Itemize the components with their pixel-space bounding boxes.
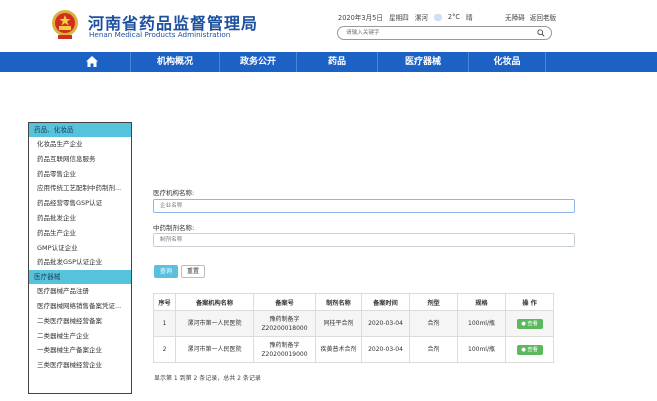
weekday-text: 星期四 <box>388 14 409 22</box>
barrier-free-link[interactable]: 无障碍 <box>505 12 525 22</box>
column-header: 备案机构名称 <box>175 293 254 311</box>
cell-reg: 豫药制备字 Z20200018000 <box>253 310 316 337</box>
site-search <box>337 26 552 40</box>
sidebar-group-devices[interactable]: 医疗器械 <box>29 270 131 285</box>
cell-reg-line1: 豫药制备字 <box>269 341 300 349</box>
cell-name: 同桂平合剂 <box>315 310 362 337</box>
cell-spec: 100ml/瓶 <box>457 310 506 337</box>
nav-item-devices[interactable]: 医疗器械 <box>378 52 468 72</box>
reset-button[interactable]: 重置 <box>181 265 205 278</box>
cell-reg-line1: 豫药制备字 <box>269 315 300 323</box>
view-button[interactable]: ● 查看 <box>516 344 543 355</box>
sidebar-item[interactable]: 一类器械生产备案企业 <box>29 343 131 358</box>
nav-item-cosmetics[interactable]: 化妆品 <box>469 52 545 72</box>
sidebar-item[interactable]: 药品批发GSP认证企业 <box>29 255 131 270</box>
view-button-label: 查看 <box>527 320 538 327</box>
search-input[interactable] <box>346 28 531 38</box>
sidebar-item[interactable]: GMP认证企业 <box>29 241 131 256</box>
org-name-input[interactable] <box>154 200 574 212</box>
cell-org: 漯河市第一人民医院 <box>175 310 254 337</box>
site-header: 河南省药品监督管理局 Henan Medical Products Admini… <box>0 0 657 52</box>
pagination-summary: 显示第 1 到第 2 条记录，总共 2 条记录 <box>154 375 261 382</box>
view-button[interactable]: ● 查看 <box>516 318 543 329</box>
home-icon[interactable] <box>86 56 98 67</box>
site-subtitle: Henan Medical Products Administration <box>89 30 231 39</box>
cell-reg-line2: Z20200018000 <box>261 324 308 332</box>
weather-icon <box>433 13 442 21</box>
search-icon[interactable] <box>537 29 545 37</box>
old-version-link[interactable]: 返回老版 <box>530 12 556 22</box>
nav-item-org[interactable]: 机构概况 <box>131 52 219 72</box>
sidebar-item[interactable]: 药品经营零售GSP认证 <box>29 196 131 211</box>
national-emblem-icon <box>52 10 78 39</box>
cell-action: ● 查看 <box>505 336 554 363</box>
sidebar-item[interactable]: 药品互联网信息服务 <box>29 152 131 167</box>
cell-no: 2 <box>153 336 176 363</box>
column-header: 制剂名称 <box>315 293 362 311</box>
cell-no: 1 <box>153 310 176 337</box>
table-header-row: 序号 备案机构名称 备案号 制剂名称 备案时间 剂型 规格 操 作 <box>153 293 554 311</box>
category-sidebar: 药品、化妆品 化妆品生产企业 药品互联网信息服务 药品零售企业 应用传统工艺配制… <box>28 122 132 394</box>
cell-reg-line2: Z20200019000 <box>261 350 308 358</box>
date-weather: 2020年3月5日 星期四 漯河 2°C 晴 <box>338 12 473 22</box>
prep-name-field-wrap <box>153 233 575 247</box>
nav-item-drugs[interactable]: 药品 <box>297 52 377 72</box>
temperature-text: 2°C <box>447 13 461 21</box>
sidebar-item[interactable]: 药品生产企业 <box>29 226 131 241</box>
view-button-label: 查看 <box>527 346 538 353</box>
sidebar-item[interactable]: 三类医疗器械经营企业 <box>29 358 131 373</box>
prep-name-input[interactable] <box>154 234 574 246</box>
cell-action: ● 查看 <box>505 310 554 337</box>
sidebar-item[interactable]: 二类器械生产企业 <box>29 329 131 344</box>
sidebar-item[interactable]: 应用传统工艺配制中药制剂... <box>29 181 131 196</box>
table-row: 1 漯河市第一人民医院 豫药制备字 Z20200018000 同桂平合剂 2020… <box>153 310 554 337</box>
cell-reg: 豫药制备字 Z20200019000 <box>253 336 316 363</box>
cell-date: 2020-03-04 <box>361 336 410 363</box>
sidebar-item[interactable]: 医疗器械产品注册 <box>29 284 131 299</box>
org-name-field-wrap <box>153 199 575 213</box>
nav-divider <box>545 52 546 72</box>
column-header: 序号 <box>153 293 176 311</box>
column-header: 操 作 <box>505 293 554 311</box>
nav-item-gov[interactable]: 政务公开 <box>220 52 296 72</box>
prep-name-label: 中药制剂名称: <box>153 224 195 232</box>
cell-spec: 100ml/瓶 <box>457 336 506 363</box>
sidebar-item[interactable]: 医疗器械网络销售备案凭证... <box>29 299 131 314</box>
query-button[interactable]: 查询 <box>154 265 178 278</box>
top-links: 无障碍 返回老版 <box>505 12 556 22</box>
column-header: 规格 <box>457 293 506 311</box>
sidebar-item[interactable]: 化妆品生产企业 <box>29 137 131 152</box>
cell-org: 漯河市第一人民医院 <box>175 336 254 363</box>
results-table: 序号 备案机构名称 备案号 制剂名称 备案时间 剂型 规格 操 作 1 漯河市第… <box>153 293 554 363</box>
sidebar-item[interactable]: 二类医疗器械经营备案 <box>29 314 131 329</box>
city-text: 漯河 <box>414 14 428 22</box>
sidebar-item[interactable]: 药品批发企业 <box>29 211 131 226</box>
org-name-label: 医疗机构名称: <box>153 189 195 197</box>
date-text: 2020年3月5日 <box>338 14 383 22</box>
column-header: 备案时间 <box>361 293 410 311</box>
sidebar-group-drugs[interactable]: 药品、化妆品 <box>29 123 131 137</box>
cell-name: 疾黄普术合剂 <box>315 336 362 363</box>
cell-form: 合剂 <box>409 310 458 337</box>
cell-date: 2020-03-04 <box>361 310 410 337</box>
main-nav: 机构概况 政务公开 药品 医疗器械 化妆品 <box>0 52 657 72</box>
column-header: 备案号 <box>253 293 316 311</box>
sidebar-item[interactable]: 药品零售企业 <box>29 167 131 182</box>
weather-text: 晴 <box>466 14 473 22</box>
column-header: 剂型 <box>409 293 458 311</box>
table-row: 2 漯河市第一人民医院 豫药制备字 Z20200019000 疾黄普术合剂 202… <box>153 336 554 363</box>
cell-form: 合剂 <box>409 336 458 363</box>
